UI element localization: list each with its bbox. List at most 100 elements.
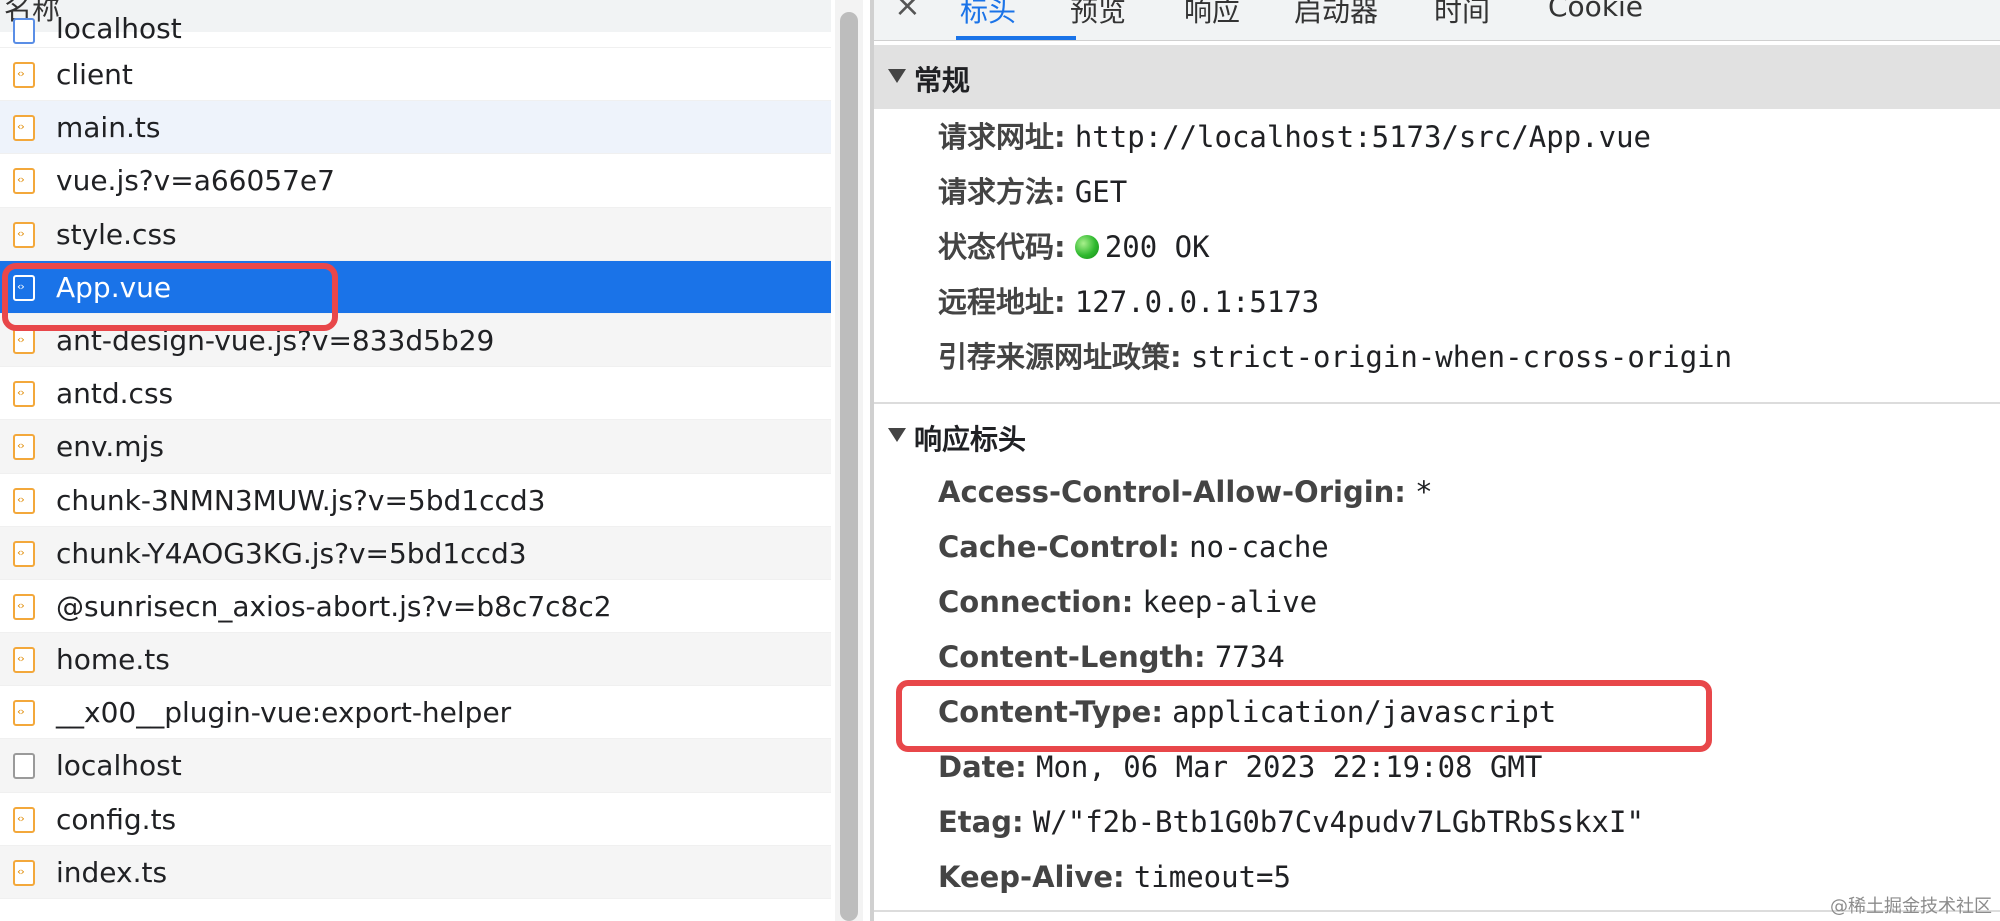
request-method-value[interactable]: GET xyxy=(1075,175,1127,209)
request-row[interactable]: client xyxy=(0,48,831,102)
request-row[interactable]: config.ts xyxy=(0,792,831,846)
request-row[interactable]: vue.js?v=a66057e7 xyxy=(0,154,831,208)
script-file-icon xyxy=(13,381,35,408)
script-file-icon xyxy=(13,62,35,88)
request-url-value[interactable]: http://localhost:5173/src/App.vue xyxy=(1075,120,1651,154)
header-value[interactable]: W/"f2b-Btb1G0b7Cv4pudv7LGbTRbSskxI" xyxy=(1033,805,1644,839)
status-ok-icon xyxy=(1074,235,1099,259)
request-url-label: 请求网址: xyxy=(938,120,1066,154)
request-name: __x00__plugin-vue:export-helper xyxy=(56,696,512,730)
request-name: localhost xyxy=(56,749,182,783)
header-row-date: Date: Mon, 06 Mar 2023 22:19:08 GMT xyxy=(938,750,1542,784)
request-name: chunk-Y4AOG3KG.js?v=5bd1ccd3 xyxy=(56,536,527,570)
script-file-icon xyxy=(13,487,35,514)
document-file-icon xyxy=(13,18,35,44)
header-value[interactable]: timeout=5 xyxy=(1134,860,1291,894)
script-file-icon xyxy=(13,434,35,461)
header-value[interactable]: application/javascript xyxy=(1172,695,1556,729)
request-method-row: 请求方法: GET xyxy=(938,175,1127,209)
request-row[interactable]: main.ts xyxy=(0,101,831,155)
header-value[interactable]: no-cache xyxy=(1189,530,1329,564)
header-name: Etag: xyxy=(938,805,1024,839)
request-method-label: 请求方法: xyxy=(938,175,1066,209)
script-file-icon xyxy=(13,700,35,727)
request-name: env.mjs xyxy=(56,430,164,464)
header-name: Content-Type: xyxy=(938,695,1163,729)
header-name: Date: xyxy=(938,750,1027,784)
header-value[interactable]: Mon, 06 Mar 2023 22:19:08 GMT xyxy=(1036,750,1542,784)
active-tab-indicator xyxy=(956,36,1076,40)
status-code-label: 状态代码: xyxy=(938,230,1066,264)
script-file-icon xyxy=(13,647,35,674)
request-row[interactable]: index.ts xyxy=(0,845,831,899)
header-value[interactable]: * xyxy=(1415,475,1432,509)
tab-cookie[interactable]: Cookie xyxy=(1548,0,1643,23)
general-section-header[interactable]: 常规 xyxy=(874,45,2000,109)
script-file-icon xyxy=(13,593,35,620)
remote-address-row: 远程地址: 127.0.0.1:5173 xyxy=(938,285,1319,319)
script-file-icon xyxy=(13,859,35,886)
request-name: App.vue xyxy=(56,270,172,304)
request-row[interactable]: chunk-Y4AOG3KG.js?v=5bd1ccd3 xyxy=(0,526,831,580)
request-name: index.ts xyxy=(56,855,168,889)
referrer-policy-value[interactable]: strict-origin-when-cross-origin xyxy=(1191,340,1732,374)
header-row-keep-alive: Keep-Alive: timeout=5 xyxy=(938,860,1291,894)
tab-timing[interactable]: 时间 xyxy=(1434,0,1490,30)
request-list: localhost client main.ts vue.js?v=a66057… xyxy=(0,14,831,899)
request-name: style.css xyxy=(56,217,177,251)
request-name: home.ts xyxy=(56,643,170,677)
close-icon[interactable]: × xyxy=(894,0,921,24)
request-row[interactable]: home.ts xyxy=(0,633,831,687)
request-row[interactable]: style.css xyxy=(0,207,831,261)
header-row-etag: Etag: W/"f2b-Btb1G0b7Cv4pudv7LGbTRbSskxI… xyxy=(938,805,1644,839)
status-code-value[interactable]: 200 OK xyxy=(1105,230,1210,264)
request-row[interactable]: @sunrisecn_axios-abort.js?v=b8c7c8c2 xyxy=(0,579,831,634)
header-row-acao: Access-Control-Allow-Origin: * xyxy=(938,475,1433,509)
referrer-policy-label: 引荐来源网址政策: xyxy=(938,340,1182,374)
remote-address-value[interactable]: 127.0.0.1:5173 xyxy=(1075,285,1319,319)
header-row-content-length: Content-Length: 7734 xyxy=(938,640,1285,674)
tab-headers[interactable]: 标头 xyxy=(960,0,1016,30)
general-section-title: 常规 xyxy=(914,64,971,97)
request-row-selected[interactable]: App.vue xyxy=(0,260,831,314)
response-headers-section-header[interactable]: 响应标头 xyxy=(874,402,2000,466)
list-scrollbar-thumb[interactable] xyxy=(840,12,858,921)
request-name: config.ts xyxy=(56,802,177,836)
tab-response[interactable]: 响应 xyxy=(1184,0,1240,30)
remote-address-label: 远程地址: xyxy=(938,285,1066,319)
request-name: client xyxy=(56,58,133,91)
status-code-row: 状态代码: 200 OK xyxy=(938,230,1210,264)
request-row[interactable]: env.mjs xyxy=(0,420,831,474)
header-value[interactable]: 7734 xyxy=(1215,640,1285,674)
request-name: @sunrisecn_axios-abort.js?v=b8c7c8c2 xyxy=(56,589,612,623)
header-row-connection: Connection: keep-alive xyxy=(938,585,1317,619)
request-row-partial[interactable]: localhost xyxy=(0,14,831,48)
request-row[interactable]: localhost xyxy=(0,739,831,793)
expand-triangle-icon xyxy=(888,69,906,83)
script-file-icon xyxy=(13,327,35,354)
request-row[interactable]: antd.css xyxy=(0,367,831,421)
header-name: Content-Length: xyxy=(938,640,1206,674)
script-file-icon xyxy=(13,168,35,195)
script-file-icon xyxy=(13,221,35,248)
request-row[interactable]: chunk-3NMN3MUW.js?v=5bd1ccd3 xyxy=(0,473,831,527)
request-name: localhost xyxy=(56,12,182,45)
detail-tab-bar: × 标头 预览 响应 启动器 时间 Cookie xyxy=(874,0,2000,41)
request-name: chunk-3NMN3MUW.js?v=5bd1ccd3 xyxy=(56,483,546,517)
referrer-policy-row: 引荐来源网址政策: strict-origin-when-cross-origi… xyxy=(938,340,1732,374)
request-url-row: 请求网址: http://localhost:5173/src/App.vue xyxy=(938,120,1651,154)
expand-triangle-icon xyxy=(888,428,906,442)
request-row[interactable]: __x00__plugin-vue:export-helper xyxy=(0,686,831,740)
request-name: main.ts xyxy=(56,111,161,145)
script-file-icon xyxy=(13,806,35,833)
script-file-icon xyxy=(13,115,35,142)
request-detail-pane: × 标头 预览 响应 启动器 时间 Cookie 常规 请求网址: http:/… xyxy=(874,0,2000,921)
request-row[interactable]: ant-design-vue.js?v=833d5b29 xyxy=(0,313,831,368)
script-file-icon xyxy=(13,274,35,301)
tab-initiator[interactable]: 启动器 xyxy=(1294,0,1378,30)
watermark: @稀土掘金技术社区 xyxy=(1830,896,1992,917)
request-list-pane: 名称 localhost client main.ts vue.js?v=a66… xyxy=(0,0,831,921)
tab-preview[interactable]: 预览 xyxy=(1070,0,1126,30)
header-value[interactable]: keep-alive xyxy=(1143,585,1318,619)
header-name: Keep-Alive: xyxy=(938,860,1125,894)
